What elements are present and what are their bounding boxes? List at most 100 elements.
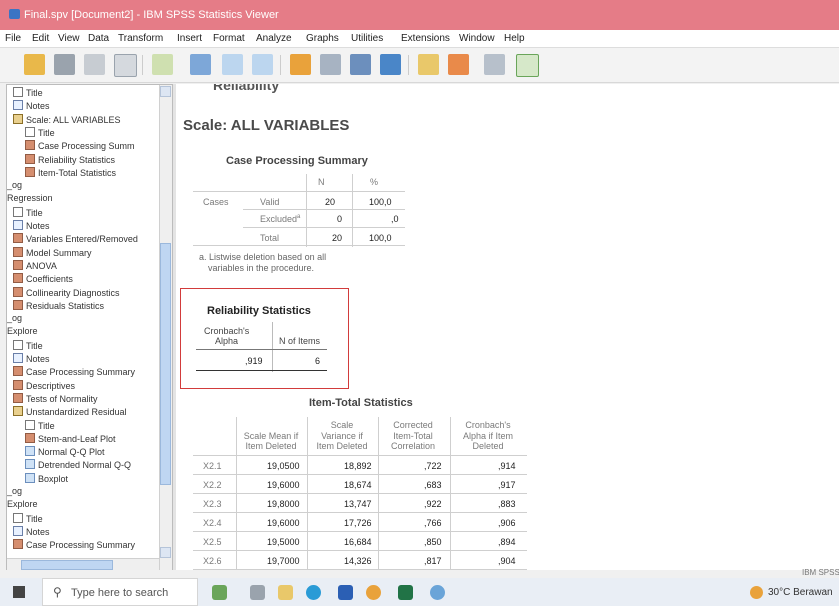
edge-browser-icon[interactable] <box>306 585 321 600</box>
scroll-down-arrow-icon[interactable] <box>160 547 171 558</box>
outline-item[interactable]: Notes <box>13 220 50 231</box>
file-explorer-icon[interactable] <box>278 585 293 600</box>
task-view-icon[interactable] <box>250 585 265 600</box>
outline-item[interactable]: Case Processing Summary <box>13 539 135 550</box>
demote-icon[interactable] <box>484 54 505 75</box>
reliability-highlight-box <box>180 288 349 389</box>
menu-view[interactable]: View <box>58 33 80 44</box>
menu-insert[interactable]: Insert <box>177 33 202 44</box>
outline-item[interactable]: Reliability Statistics <box>25 153 115 165</box>
outline-pane[interactable]: Title Notes Scale: ALL VARIABLES Title Case … <box>6 84 173 572</box>
save-icon[interactable] <box>54 54 75 75</box>
outline-item[interactable]: ANOVA <box>13 259 57 271</box>
menu-help[interactable]: Help <box>504 33 525 44</box>
taskbar-search-box[interactable]: ⚲ Type here to search <box>42 578 198 606</box>
outline-item[interactable]: Item-Total Statistics <box>25 166 116 178</box>
rel-col-nitems: N of Items <box>279 336 321 346</box>
it-row-label: X2.5 <box>203 537 222 547</box>
outline-item[interactable]: Case Processing Summ <box>25 140 135 151</box>
show-all-icon[interactable] <box>516 54 539 77</box>
redo-icon[interactable] <box>252 54 273 75</box>
outline-item[interactable]: Title <box>13 339 43 351</box>
undo-icon[interactable] <box>222 54 243 75</box>
outline-item[interactable]: Boxplot <box>25 472 68 484</box>
outline-item[interactable]: Title <box>13 512 43 524</box>
word-icon[interactable] <box>338 585 353 600</box>
chrome-icon[interactable] <box>366 585 381 600</box>
outline-scroll-thumb[interactable] <box>160 243 171 485</box>
outline-item[interactable]: Stem-and-Leaf Plot <box>25 432 116 444</box>
open-folder-icon[interactable] <box>24 54 45 75</box>
outline-item-label: Collinearity Diagnostics <box>26 287 120 298</box>
goto-case-icon[interactable] <box>320 54 341 75</box>
widgets-icon[interactable] <box>212 585 227 600</box>
export-icon[interactable] <box>152 54 173 75</box>
outline-item[interactable]: Detrended Normal Q-Q <box>25 459 131 470</box>
goto-data-icon[interactable] <box>290 54 311 75</box>
goto-variable-icon[interactable] <box>350 54 371 75</box>
it-row-correlation: ,683 <box>424 480 442 490</box>
menu-utilities[interactable]: Utilities <box>351 33 383 44</box>
recall-dialog-icon[interactable] <box>190 54 211 75</box>
notes-icon <box>13 525 23 536</box>
table-icon <box>25 153 35 164</box>
outline-item[interactable]: Scale: ALL VARIABLES <box>13 113 121 125</box>
menu-extensions[interactable]: Extensions <box>401 33 450 44</box>
outline-item[interactable]: Coefficients <box>13 273 73 284</box>
it-row-label: X2.2 <box>203 480 222 490</box>
outline-item[interactable]: Case Processing Summary <box>13 366 135 377</box>
outline-item[interactable]: Notes <box>13 525 50 537</box>
output-document[interactable]: Reliability Scale: ALL VARIABLES Case Pr… <box>173 84 839 570</box>
menu-edit[interactable]: Edit <box>32 33 49 44</box>
outline-item[interactable]: Title <box>13 206 43 218</box>
outline-item[interactable]: _og <box>7 313 22 324</box>
notes-icon <box>13 100 23 111</box>
outline-item[interactable]: Descriptives <box>13 379 75 391</box>
menu-analyze[interactable]: Analyze <box>256 33 292 44</box>
outline-item-label: ANOVA <box>26 260 57 271</box>
it-row-mean: 19,7000 <box>267 556 300 566</box>
variables-icon[interactable] <box>380 54 401 75</box>
it-row-alpha-deleted: ,883 <box>498 499 516 509</box>
outline-item[interactable]: _og <box>7 180 22 191</box>
excel-icon[interactable] <box>398 585 413 600</box>
outline-item[interactable]: Variables Entered/Removed <box>13 233 138 244</box>
outline-item[interactable]: Normal Q-Q Plot <box>25 446 105 457</box>
outline-vertical-scrollbar[interactable] <box>159 85 172 571</box>
print-icon[interactable] <box>84 54 105 75</box>
title-icon <box>25 126 35 137</box>
promote-icon[interactable] <box>448 54 469 75</box>
outline-item[interactable]: Unstandardized Residual <box>13 406 127 417</box>
outline-item[interactable]: Explore <box>7 326 38 337</box>
outline-hscroll-thumb[interactable] <box>21 560 113 570</box>
outline-item[interactable]: Regression <box>7 193 53 204</box>
it-row-label: X2.3 <box>203 499 222 509</box>
outline-item[interactable]: _og <box>7 486 22 497</box>
spss-taskbar-icon[interactable] <box>430 585 445 600</box>
outline-item[interactable]: Tests of Normality <box>13 392 98 404</box>
menu-graphs[interactable]: Graphs <box>306 33 339 44</box>
it-row-mean: 19,6000 <box>267 518 300 528</box>
outline-item[interactable]: Model Summary <box>13 246 92 258</box>
menu-data[interactable]: Data <box>88 33 109 44</box>
scroll-up-arrow-icon[interactable] <box>160 86 171 97</box>
windows-start-icon[interactable] <box>13 586 25 598</box>
designate-window-icon[interactable] <box>418 54 439 75</box>
menu-format[interactable]: Format <box>213 33 245 44</box>
outline-item[interactable]: Title <box>25 126 55 138</box>
menu-window[interactable]: Window <box>459 33 495 44</box>
outline-item[interactable]: Residuals Statistics <box>13 299 104 311</box>
outline-item-label: Case Processing Summ <box>38 141 135 152</box>
it-header-alpha-line1: Cronbach's <box>465 420 511 430</box>
menu-transform[interactable]: Transform <box>118 33 163 44</box>
outline-item[interactable]: Collinearity Diagnostics <box>13 286 120 298</box>
outline-item-label: Notes <box>26 221 50 231</box>
menu-file[interactable]: File <box>5 33 21 44</box>
outline-item[interactable]: Title <box>25 419 55 431</box>
outline-item[interactable]: Notes <box>13 353 50 364</box>
outline-item[interactable]: Title <box>13 87 43 98</box>
print-preview-icon[interactable] <box>114 54 137 77</box>
outline-item[interactable]: Explore <box>7 499 38 510</box>
outline-item[interactable]: Notes <box>13 100 50 111</box>
it-header-alpha-line2: Alpha if Item <box>462 431 514 441</box>
